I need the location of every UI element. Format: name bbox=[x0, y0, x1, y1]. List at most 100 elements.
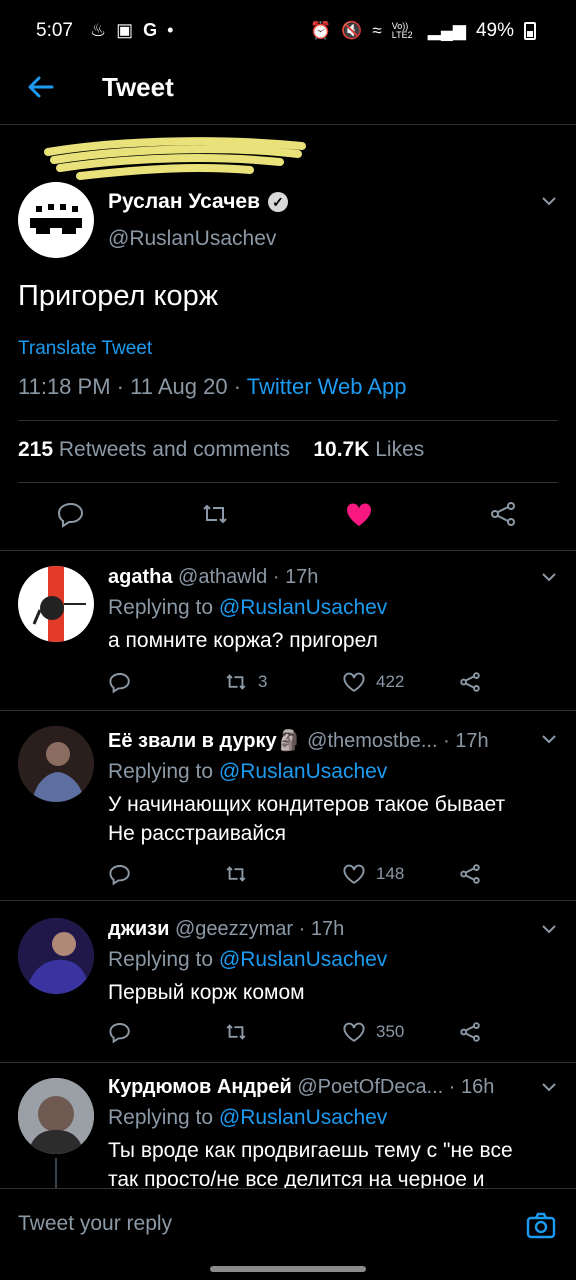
reply-author-name[interactable]: agatha bbox=[108, 566, 172, 588]
wifi-icon: ≈ bbox=[372, 21, 382, 40]
reply-handle[interactable]: @PoetOfDeca... bbox=[297, 1076, 443, 1098]
tweet-menu-chevron-icon[interactable] bbox=[542, 194, 556, 208]
retweet-button[interactable]: 3 bbox=[224, 670, 267, 694]
reply-time: 17h bbox=[285, 566, 319, 588]
divider bbox=[0, 710, 576, 711]
like-icon[interactable] bbox=[344, 499, 374, 529]
divider bbox=[18, 482, 558, 483]
tweet-source-link[interactable]: Twitter Web App bbox=[247, 374, 407, 399]
reply-handle[interactable]: @themostbe... bbox=[307, 730, 437, 752]
avatar[interactable] bbox=[18, 1078, 94, 1154]
share-icon[interactable] bbox=[458, 862, 482, 886]
tweet-time: 11:18 PM bbox=[18, 374, 111, 399]
divider bbox=[0, 900, 576, 901]
like-count: 422 bbox=[376, 672, 405, 691]
reply-header: agatha @athawld · 17h bbox=[108, 566, 319, 588]
retweets-stat[interactable]: 215 Retweets and comments bbox=[18, 438, 290, 461]
author-name-row[interactable]: Руслан Усачев ✓ bbox=[108, 190, 288, 214]
google-icon: G bbox=[143, 20, 158, 40]
reply-author-name[interactable]: Курдюмов Андрей bbox=[108, 1076, 292, 1098]
reply-text: Первый корж комом bbox=[108, 981, 305, 1004]
replying-to: Replying to @RuslanUsachev bbox=[108, 1106, 388, 1129]
replying-to: Replying to @RuslanUsachev bbox=[108, 948, 388, 971]
reply-tweet[interactable]: Её звали в дурку🗿 @themostbe... · 17h Re… bbox=[0, 720, 576, 900]
tweet-meta: 11:18 PM · 11 Aug 20 · Twitter Web App bbox=[18, 374, 407, 399]
divider bbox=[0, 1062, 576, 1063]
status-left-icons: ♨ ▣ G • bbox=[90, 20, 173, 41]
tea-icon: ♨ bbox=[90, 20, 107, 40]
like-icon bbox=[343, 1022, 365, 1042]
reply-header: Её звали в дурку🗿 @themostbe... · 17h bbox=[108, 730, 489, 752]
reply-handle[interactable]: @athawld bbox=[178, 566, 267, 588]
status-time: 5:07 bbox=[36, 20, 73, 41]
like-button[interactable]: 422 bbox=[342, 670, 404, 694]
like-button[interactable]: 148 bbox=[342, 862, 404, 886]
thread-line bbox=[55, 1158, 57, 1188]
chevron-down-icon[interactable] bbox=[542, 570, 556, 584]
avatar[interactable] bbox=[18, 566, 94, 642]
reply-icon[interactable] bbox=[108, 862, 132, 886]
replying-to: Replying to @RuslanUsachev bbox=[108, 596, 388, 619]
reply-actions: 148 bbox=[108, 862, 508, 890]
reply-tweet[interactable]: Курдюмов Андрей @PoetOfDeca... · 16h Rep… bbox=[0, 1070, 576, 1188]
like-icon bbox=[343, 672, 365, 692]
battery-icon bbox=[524, 22, 536, 40]
redaction-scribble bbox=[40, 134, 310, 188]
replying-to: Replying to @RuslanUsachev bbox=[108, 760, 388, 783]
reply-text: а помните коржа? пригорел bbox=[108, 629, 378, 652]
reply-icon[interactable] bbox=[108, 670, 132, 694]
home-indicator[interactable] bbox=[210, 1266, 366, 1272]
chevron-down-icon[interactable] bbox=[542, 732, 556, 746]
like-count: 148 bbox=[376, 864, 405, 883]
like-count: 350 bbox=[376, 1022, 405, 1041]
like-icon bbox=[343, 864, 365, 884]
author-avatar[interactable] bbox=[18, 182, 94, 258]
reply-header: джизи @geezzymar · 17h bbox=[108, 918, 345, 940]
retweet-icon bbox=[226, 674, 246, 690]
replying-to-link[interactable]: @RuslanUsachev bbox=[219, 948, 387, 971]
share-icon[interactable] bbox=[458, 670, 482, 694]
alarm-icon: ⏰ bbox=[310, 21, 332, 40]
likes-stat[interactable]: 10.7K Likes bbox=[313, 438, 424, 461]
signal-icon: ▂▄▆ bbox=[427, 21, 466, 40]
tweet-stats: 215 Retweets and comments 10.7K Likes bbox=[18, 438, 424, 462]
camera-icon[interactable] bbox=[526, 1210, 556, 1240]
reply-header: Курдюмов Андрей @PoetOfDeca... · 16h bbox=[108, 1076, 495, 1098]
retweet-icon[interactable] bbox=[224, 862, 248, 886]
mute-icon: 🔇 bbox=[341, 21, 363, 40]
avatar[interactable] bbox=[18, 918, 94, 994]
reply-text: Ты вроде как продвигаешь тему с "не все … bbox=[108, 1139, 513, 1188]
like-button[interactable]: 350 bbox=[342, 1020, 404, 1044]
gallery-icon: ▣ bbox=[116, 20, 134, 40]
replying-to-link[interactable]: @RuslanUsachev bbox=[219, 760, 387, 783]
reply-handle[interactable]: @geezzymar bbox=[175, 918, 293, 940]
share-icon[interactable] bbox=[458, 1020, 482, 1044]
retweet-icon[interactable] bbox=[224, 1020, 248, 1044]
share-icon[interactable] bbox=[488, 499, 518, 529]
verified-icon: ✓ bbox=[268, 192, 288, 212]
chevron-down-icon[interactable] bbox=[542, 922, 556, 936]
reply-icon[interactable] bbox=[108, 1020, 132, 1044]
divider bbox=[0, 550, 576, 551]
reply-author-name[interactable]: Её звали в дурку bbox=[108, 730, 277, 752]
author-name: Руслан Усачев bbox=[108, 190, 260, 213]
avatar[interactable] bbox=[18, 726, 94, 802]
back-arrow-icon[interactable] bbox=[24, 70, 58, 104]
moai-emoji-icon: 🗿 bbox=[276, 730, 302, 752]
reply-tweet[interactable]: джизи @geezzymar · 17h Replying to @Rusl… bbox=[0, 910, 576, 1060]
retweet-icon[interactable] bbox=[200, 499, 230, 529]
divider bbox=[18, 420, 558, 421]
chevron-down-icon[interactable] bbox=[542, 1080, 556, 1094]
replying-to-link[interactable]: @RuslanUsachev bbox=[219, 1106, 387, 1129]
reply-icon[interactable] bbox=[56, 499, 86, 529]
translate-tweet-link[interactable]: Translate Tweet bbox=[18, 338, 152, 360]
app-bar bbox=[0, 62, 576, 125]
reply-input[interactable]: Tweet your reply bbox=[18, 1212, 172, 1236]
reply-author-name[interactable]: джизи bbox=[108, 918, 169, 940]
author-handle[interactable]: @RuslanUsachev bbox=[108, 227, 276, 251]
page-title: Tweet bbox=[102, 72, 174, 102]
reply-time: 17h bbox=[455, 730, 489, 752]
reply-actions: 350 bbox=[108, 1020, 508, 1048]
reply-tweet[interactable]: agatha @athawld · 17h Replying to @Rusla… bbox=[0, 560, 576, 710]
replying-to-link[interactable]: @RuslanUsachev bbox=[219, 596, 387, 619]
